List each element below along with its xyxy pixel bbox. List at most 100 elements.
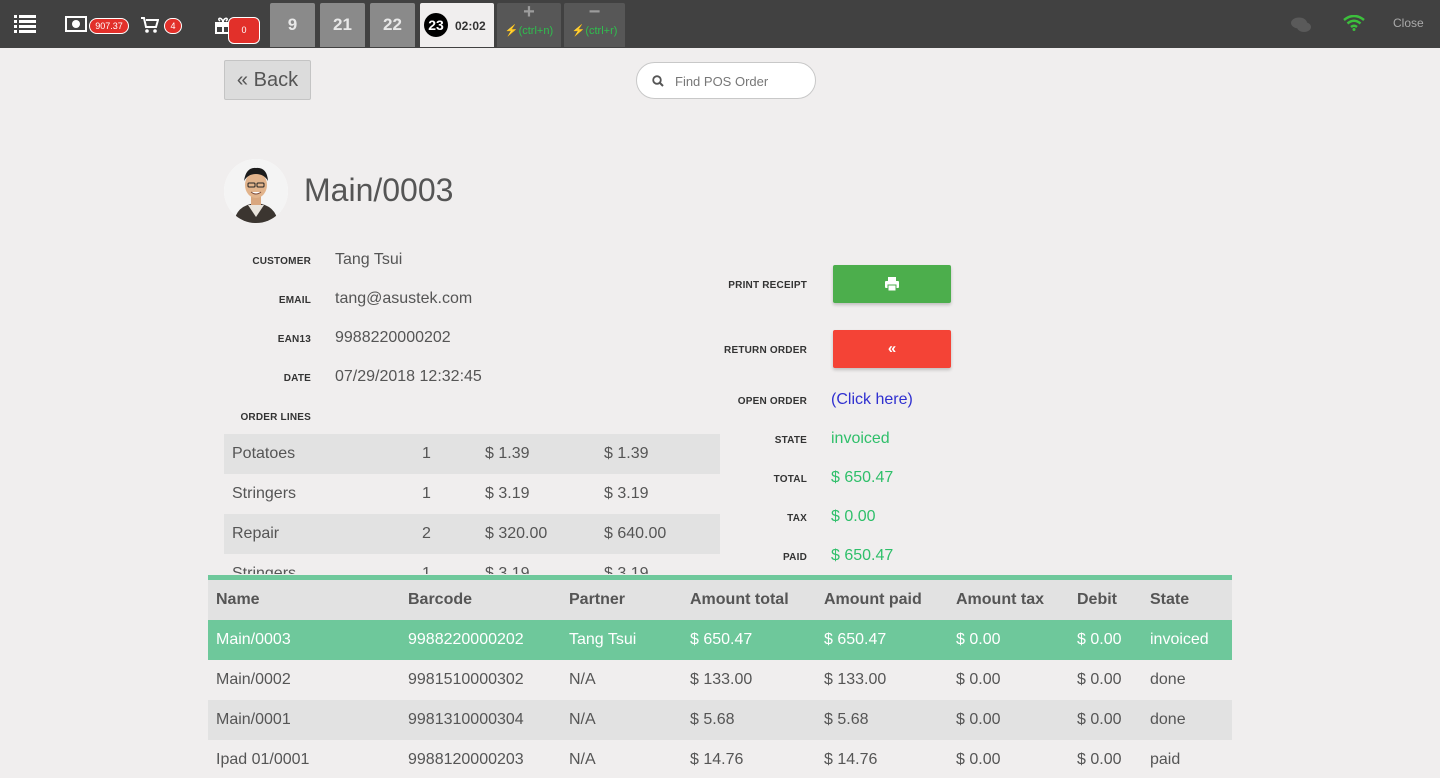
table-row[interactable]: Ipad 01/0001 9988120000203 N/A $ 14.76 $… <box>208 740 1232 778</box>
open-order-link[interactable]: (Click here) <box>831 391 913 409</box>
customer-avatar <box>224 159 288 223</box>
col-header-amount-tax[interactable]: Amount tax <box>948 580 1069 620</box>
top-bar: 907.37 4 0 9 21 22 23 02:02 + ⚡(ctrl+n) … <box>0 0 1440 48</box>
return-order-label: RETURN ORDER <box>724 345 807 356</box>
remove-order-button[interactable]: − ⚡(ctrl+r) <box>564 1 625 47</box>
menu-icon[interactable] <box>14 15 36 33</box>
line-subtotal: $ 3.19 <box>604 485 649 502</box>
active-tab-time: 02:02 <box>455 19 486 33</box>
chat-icon[interactable] <box>1291 17 1311 33</box>
line-price: $ 320.00 <box>485 525 548 542</box>
cart-badge: 4 <box>164 18 182 34</box>
print-receipt-button[interactable] <box>833 265 951 303</box>
table-row[interactable]: Main/0001 9981310000304 N/A $ 5.68 $ 5.6… <box>208 700 1232 740</box>
gift-badge: 0 <box>228 17 260 44</box>
col-header-partner[interactable]: Partner <box>561 580 682 620</box>
cell: $ 0.00 <box>1069 740 1142 778</box>
cell: $ 5.68 <box>816 700 948 740</box>
open-order-label: OPEN ORDER <box>737 396 807 407</box>
order-line-row: Stringers 1 $ 3.19 $ 3.19 <box>224 554 720 574</box>
back-button[interactable]: « Back <box>224 60 311 100</box>
col-header-barcode[interactable]: Barcode <box>400 580 561 620</box>
cell: 9981510000302 <box>400 660 561 700</box>
line-subtotal: $ 3.19 <box>604 565 649 574</box>
email-label: EMAIL <box>278 295 311 306</box>
cell: $ 650.47 <box>816 620 948 660</box>
remove-order-hint: ⚡(ctrl+r) <box>571 25 618 37</box>
add-order-button[interactable]: + ⚡(ctrl+n) <box>497 1 561 47</box>
order-tab-21[interactable]: 21 <box>320 3 365 47</box>
col-header-debit[interactable]: Debit <box>1069 580 1142 620</box>
order-line-row: Repair 2 $ 320.00 $ 640.00 <box>224 514 720 554</box>
print-receipt-label: PRINT RECEIPT <box>728 280 807 291</box>
state-value: invoiced <box>831 430 890 447</box>
cell: $ 0.00 <box>1069 660 1142 700</box>
cash-icon[interactable] <box>65 16 87 32</box>
line-qty: 1 <box>422 445 431 462</box>
customer-label: CUSTOMER <box>252 256 311 267</box>
close-button[interactable]: Close <box>1393 16 1424 30</box>
back-label: Back <box>253 69 299 91</box>
cell: $ 0.00 <box>1069 620 1142 660</box>
add-order-hint: ⚡(ctrl+n) <box>504 25 554 37</box>
order-title: Main/0003 <box>304 172 454 208</box>
cell: done <box>1142 700 1232 740</box>
col-header-state[interactable]: State <box>1142 580 1232 620</box>
line-product: Stringers <box>232 565 297 574</box>
cell: N/A <box>561 660 682 700</box>
total-value: $ 650.47 <box>831 469 894 486</box>
date-value: 07/29/2018 12:32:45 <box>335 368 482 385</box>
orders-header-row: Name Barcode Partner Amount total Amount… <box>208 580 1232 620</box>
cell: 9988120000203 <box>400 740 561 778</box>
cell: $ 0.00 <box>1069 700 1142 740</box>
double-chevron-left-icon: « <box>887 340 897 357</box>
minus-icon: − <box>588 1 601 23</box>
line-price: $ 1.39 <box>485 445 530 462</box>
line-product: Potatoes <box>232 445 296 462</box>
state-label: STATE <box>774 435 807 446</box>
tax-label: TAX <box>787 513 807 524</box>
cell: $ 0.00 <box>948 700 1069 740</box>
cell: $ 133.00 <box>816 660 948 700</box>
email-value: tang@asustek.com <box>335 290 473 307</box>
line-price: $ 3.19 <box>485 485 530 502</box>
cell: $ 650.47 <box>682 620 816 660</box>
printer-icon <box>884 276 900 297</box>
customer-value: Tang Tsui <box>335 251 403 268</box>
plus-icon: + <box>523 1 535 23</box>
order-line-row: Potatoes 1 $ 1.39 $ 1.39 <box>224 434 720 474</box>
order-lines-label: ORDER LINES <box>240 412 311 423</box>
ean13-label: EAN13 <box>277 334 311 345</box>
cell: N/A <box>561 740 682 778</box>
cart-icon[interactable] <box>141 16 160 34</box>
order-lines-table: Potatoes 1 $ 1.39 $ 1.39 Stringers 1 $ 3… <box>224 434 720 574</box>
table-row[interactable]: Main/0002 9981510000302 N/A $ 133.00 $ 1… <box>208 660 1232 700</box>
paid-value: $ 650.47 <box>831 547 894 564</box>
cell: invoiced <box>1142 620 1232 660</box>
col-header-name[interactable]: Name <box>208 580 400 620</box>
cash-badge: 907.37 <box>89 18 129 34</box>
search-box[interactable] <box>636 62 816 99</box>
col-header-amount-paid[interactable]: Amount paid <box>816 580 948 620</box>
cell: Main/0002 <box>208 660 400 700</box>
orders-table: Name Barcode Partner Amount total Amount… <box>208 575 1232 778</box>
wifi-icon <box>1343 14 1365 31</box>
order-line-row: Stringers 1 $ 3.19 $ 3.19 <box>224 474 720 514</box>
total-label: TOTAL <box>773 474 807 485</box>
return-order-button[interactable]: « <box>833 330 951 368</box>
line-product: Stringers <box>232 485 297 502</box>
order-tab-active[interactable]: 23 02:02 <box>420 3 494 47</box>
cell: N/A <box>561 700 682 740</box>
line-qty: 1 <box>422 565 431 574</box>
cell: $ 133.00 <box>682 660 816 700</box>
line-product: Repair <box>232 525 280 542</box>
ean13-value: 9988220000202 <box>335 329 451 346</box>
table-row[interactable]: Main/0003 9988220000202 Tang Tsui $ 650.… <box>208 620 1232 660</box>
search-input[interactable] <box>675 71 805 91</box>
order-tab-9[interactable]: 9 <box>270 3 315 47</box>
cell: $ 0.00 <box>948 620 1069 660</box>
cell: 9981310000304 <box>400 700 561 740</box>
order-tab-22[interactable]: 22 <box>370 3 415 47</box>
col-header-amount-total[interactable]: Amount total <box>682 580 816 620</box>
cell: Ipad 01/0001 <box>208 740 400 778</box>
